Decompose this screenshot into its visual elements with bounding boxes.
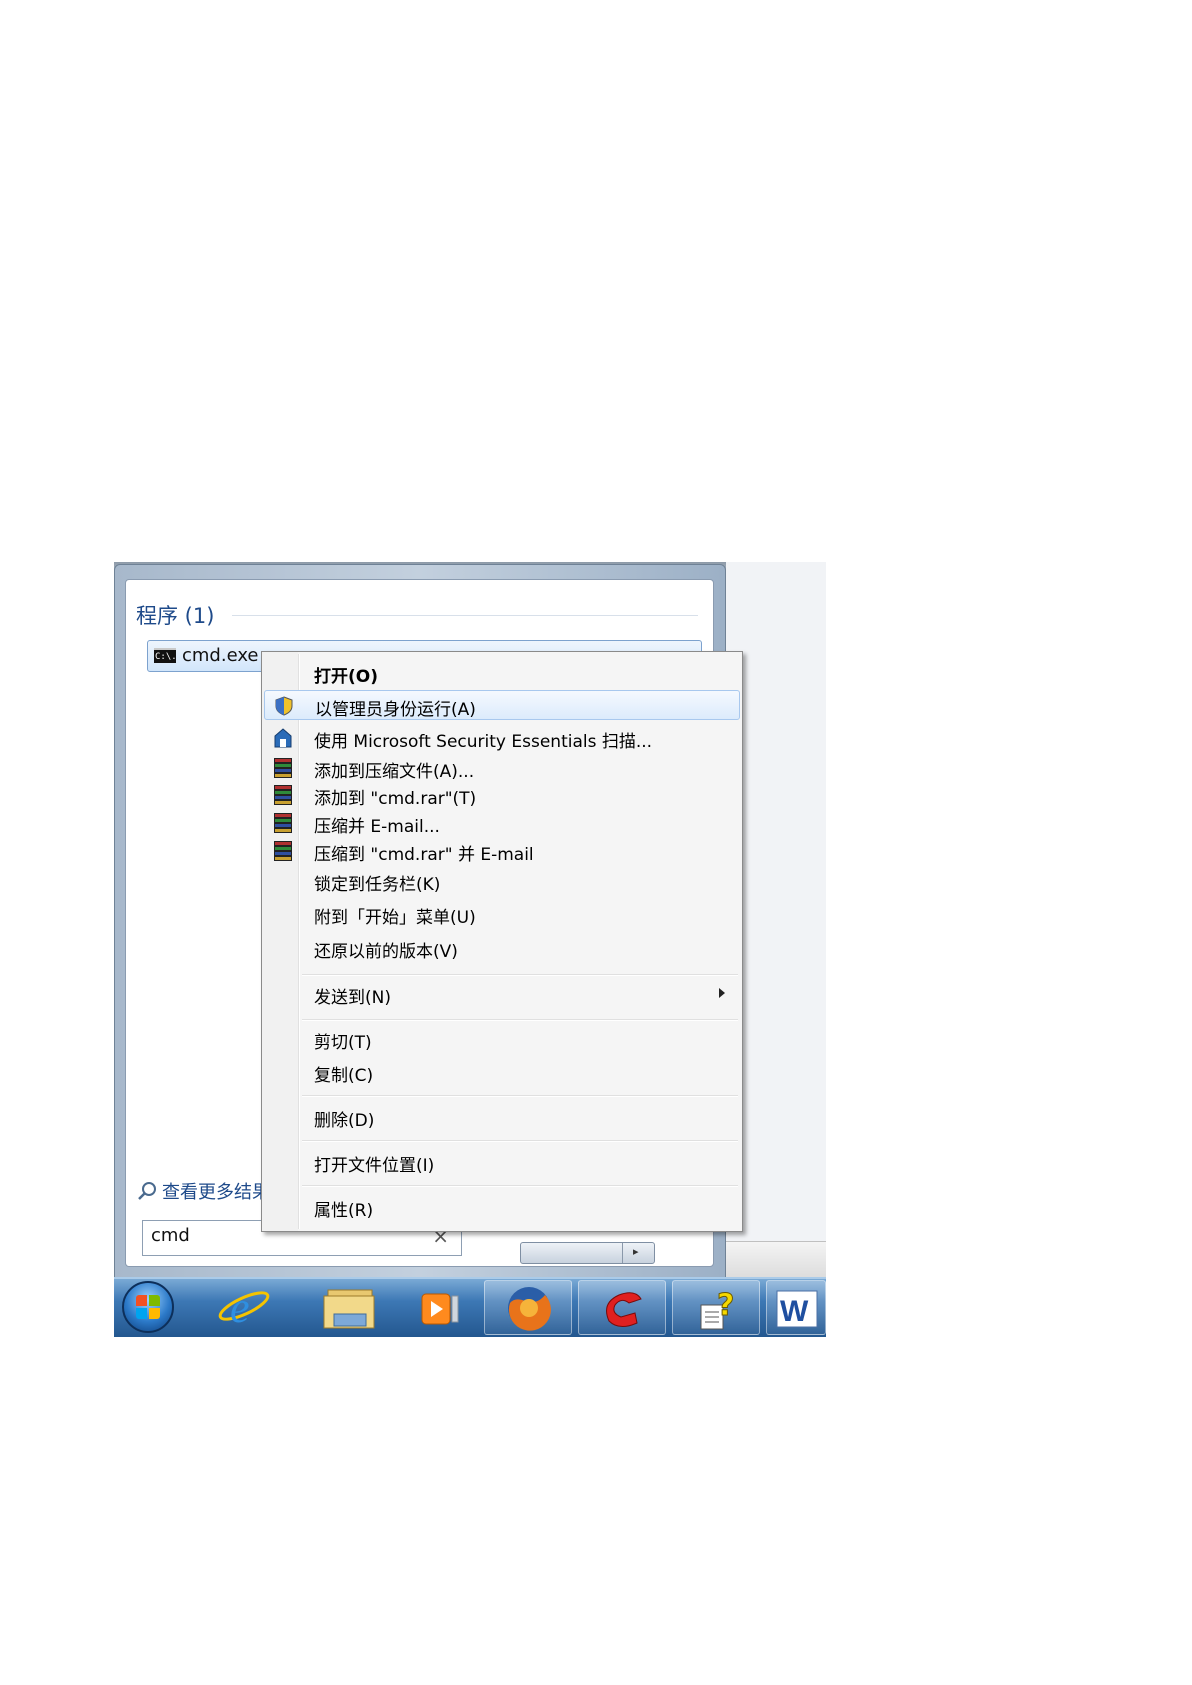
menu-item-add-to-cmd-rar[interactable]: 添加到 "cmd.rar"(T) — [264, 780, 740, 810]
windows-flag-icon — [136, 1295, 160, 1319]
menu-separator — [302, 1140, 738, 1142]
winrar-icon — [274, 785, 292, 805]
programs-group-title: 程序 (1) — [136, 604, 215, 628]
security-essentials-icon — [274, 728, 292, 748]
taskbar-ie[interactable]: e — [206, 1280, 286, 1335]
firefox-icon — [508, 1287, 551, 1331]
internet-explorer-icon: e — [218, 1283, 270, 1332]
menu-item-cut[interactable]: 剪切(T) — [264, 1024, 740, 1054]
taskbar-word[interactable]: W — [766, 1280, 826, 1335]
menu-item-send-to[interactable]: 发送到(N) — [264, 979, 740, 1009]
winrar-icon — [274, 841, 292, 861]
cmd-icon: C:\. — [154, 648, 177, 663]
menu-item-properties[interactable]: 属性(R) — [264, 1192, 740, 1222]
submenu-arrow-icon — [719, 988, 725, 998]
winrar-icon — [274, 813, 292, 833]
shutdown-options-arrow-icon[interactable]: ▸ — [633, 1245, 639, 1258]
taskbar-help[interactable]: ? — [672, 1280, 760, 1335]
taskbar-explorer[interactable] — [306, 1280, 386, 1335]
start-orb[interactable] — [122, 1281, 174, 1333]
word-icon: W — [776, 1290, 818, 1328]
svg-text:e: e — [230, 1283, 250, 1332]
search-icon — [138, 1182, 156, 1200]
shutdown-button[interactable]: ▸ — [520, 1242, 655, 1264]
menu-item-compress-cmd-rar-email[interactable]: 压缩到 "cmd.rar" 并 E-mail — [264, 836, 740, 866]
menu-item-open[interactable]: 打开(O) — [264, 658, 740, 688]
shutdown-divider — [622, 1243, 623, 1263]
context-menu: 打开(O) 以管理员身份运行(A) 使用 Microsoft Security … — [261, 651, 743, 1232]
svg-text:W: W — [780, 1295, 809, 1328]
media-player-icon — [421, 1293, 459, 1325]
svg-text:?: ? — [717, 1288, 734, 1323]
group-divider — [232, 615, 698, 616]
menu-item-delete[interactable]: 删除(D) — [264, 1102, 740, 1132]
menu-item-add-to-archive[interactable]: 添加到压缩文件(A)... — [264, 753, 740, 783]
desktop-strip — [726, 1241, 826, 1278]
winrar-icon — [274, 758, 292, 778]
search-result-label: cmd.exe — [182, 645, 259, 666]
menu-separator — [302, 1185, 738, 1187]
menu-item-copy[interactable]: 复制(C) — [264, 1057, 740, 1087]
see-more-label: 查看更多结果 — [162, 1182, 270, 1203]
taskbar-firefox[interactable] — [484, 1280, 572, 1335]
menu-item-pin-taskbar[interactable]: 锁定到任务栏(K) — [264, 866, 740, 896]
menu-item-compress-email[interactable]: 压缩并 E-mail... — [264, 808, 740, 838]
search-input-value: cmd — [151, 1225, 190, 1246]
taskbar-highlight — [114, 1277, 826, 1279]
menu-separator — [302, 1095, 738, 1097]
uac-shield-icon — [275, 696, 293, 716]
menu-item-restore-versions[interactable]: 还原以前的版本(V) — [264, 933, 740, 963]
help-icon: ? — [700, 1288, 735, 1330]
taskbar-red-app[interactable] — [578, 1280, 666, 1335]
menu-separator — [302, 974, 738, 976]
menu-item-mse-scan[interactable]: 使用 Microsoft Security Essentials 扫描... — [264, 723, 740, 753]
see-more-results-link[interactable]: 查看更多结果 — [136, 1178, 270, 1204]
menu-item-run-as-admin[interactable]: 以管理员身份运行(A) — [264, 690, 740, 720]
taskbar-media[interactable] — [400, 1280, 480, 1335]
menu-item-pin-start[interactable]: 附到「开始」菜单(U) — [264, 899, 740, 929]
taskbar: e ? W — [114, 1241, 826, 1337]
menu-separator — [302, 1019, 738, 1021]
red-app-icon — [606, 1292, 642, 1327]
menu-item-open-file-location[interactable]: 打开文件位置(I) — [264, 1147, 740, 1177]
file-explorer-icon — [323, 1289, 375, 1329]
